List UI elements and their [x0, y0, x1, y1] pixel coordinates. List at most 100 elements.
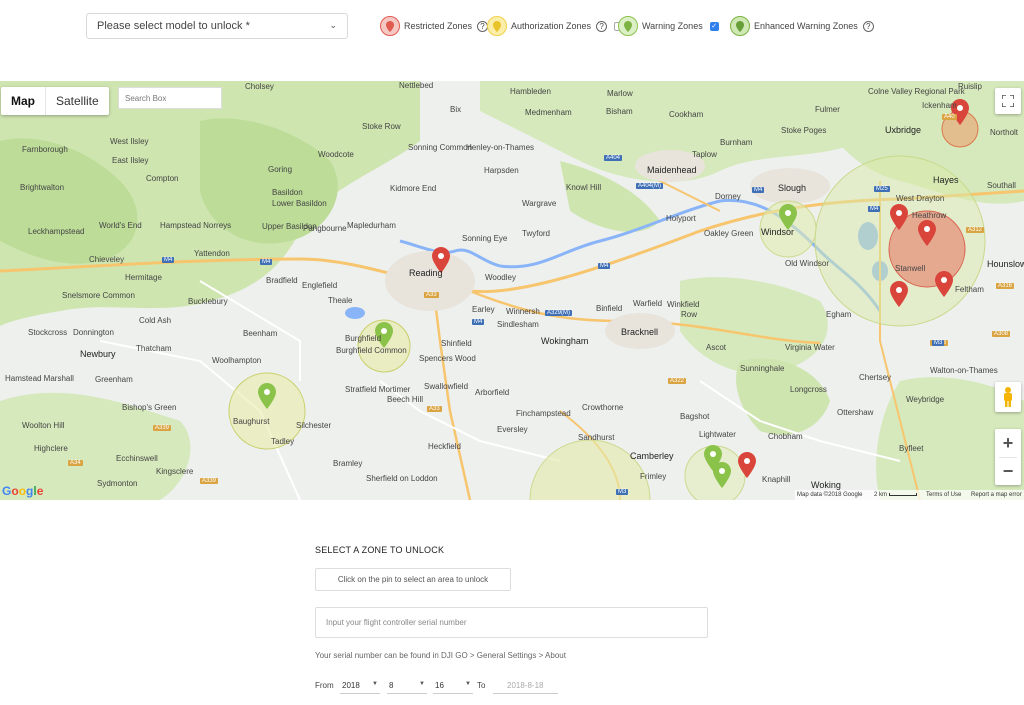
model-select[interactable]: Please select model to unlock * ⌄: [86, 13, 348, 39]
enhanced-warning-checkbox[interactable]: ✓: [709, 21, 719, 31]
restricted-pin-icon[interactable]: [918, 220, 936, 246]
town-label: Woolhampton: [212, 356, 262, 365]
town-label: Byfleet: [899, 444, 924, 453]
town-label: Burghfield Common: [336, 346, 407, 355]
town-label: Holyport: [666, 214, 696, 223]
from-label: From: [315, 681, 334, 690]
road-label: M3: [932, 340, 945, 346]
town-label: Stoke Poges: [781, 126, 827, 135]
town-label: Chobham: [768, 432, 803, 441]
map-search-placeholder: Search Box: [125, 93, 167, 103]
fullscreen-button[interactable]: [995, 88, 1021, 114]
to-date-field[interactable]: 2018-8-18: [493, 679, 558, 694]
map-type-satellite-button[interactable]: Satellite: [46, 87, 109, 115]
town-label: Sindlesham: [497, 320, 539, 329]
town-label: Hampstead Norreys: [160, 221, 232, 230]
town-label: Knaphill: [762, 475, 791, 484]
town-label: Bishop's Green: [122, 403, 177, 412]
street-view-button[interactable]: [995, 382, 1021, 412]
town-label: Burghfield: [345, 334, 382, 343]
day-select[interactable]: 16 ▼: [433, 679, 473, 694]
town-label: Virginia Water: [785, 343, 835, 352]
map-type-map-button[interactable]: Map: [1, 87, 46, 115]
town-label: Woodcote: [318, 150, 354, 159]
town-label: Burnham: [720, 138, 753, 147]
town-label: Basildon: [272, 188, 303, 197]
restricted-pin-icon: [380, 16, 400, 36]
town-label: Taplow: [692, 150, 717, 159]
month-select[interactable]: 8 ▼: [387, 679, 427, 694]
restricted-pin-icon[interactable]: [738, 452, 756, 478]
town-label: Woking: [811, 480, 841, 490]
town-label: Uxbridge: [885, 125, 922, 135]
map-search-input[interactable]: Search Box: [118, 87, 222, 109]
town-label: Henley-on-Thames: [466, 143, 535, 152]
town-label: Southall: [987, 181, 1016, 190]
town-label: Sonning Eye: [462, 234, 508, 243]
help-icon[interactable]: ?: [596, 20, 608, 32]
pegman-icon: [1004, 387, 1012, 407]
town-label: Theale: [328, 296, 353, 305]
town-label: Harpsden: [484, 166, 519, 175]
chevron-down-icon: ⌄: [329, 20, 337, 30]
town-label: Windsor: [761, 227, 795, 237]
town-label: Highclere: [34, 444, 68, 453]
town-label: Donnington: [73, 328, 114, 337]
town-label: Beech Hill: [387, 395, 424, 404]
town-label: Spencers Wood: [419, 354, 476, 363]
warning-pin-icon[interactable]: [713, 462, 731, 488]
town-label: Hermitage: [125, 273, 162, 282]
restricted-pin-icon[interactable]: [890, 281, 908, 307]
town-label: Maidenhead: [647, 165, 697, 175]
town-label: Feltham: [955, 285, 984, 294]
town-label: Eversley: [497, 425, 528, 434]
town-label: Ickenham: [922, 101, 957, 110]
town-label: Heckfield: [428, 442, 461, 451]
section-title: SELECT A ZONE TO UNLOCK: [315, 545, 445, 555]
town-label: Leckhampstead: [28, 227, 85, 236]
town-label: Walton-on-Thames: [930, 366, 998, 375]
select-pin-button[interactable]: Click on the pin to select an area to un…: [315, 568, 511, 591]
town-label: Dorney: [715, 192, 741, 201]
town-label: Compton: [146, 174, 179, 183]
enhanced-warning-pin-icon: [730, 16, 750, 36]
town-label: Hamstead Marshall: [5, 374, 74, 383]
town-label: Bramley: [333, 459, 363, 468]
town-label: World's End: [99, 221, 142, 230]
town-label: Snelsmore Common: [62, 291, 135, 300]
road-label: A339: [153, 425, 172, 431]
town-label: Stockcross: [28, 328, 68, 337]
date-range: From 2018 ▼ 8 ▼ 16 ▼ To 2018-8-18: [315, 679, 715, 695]
year-select[interactable]: 2018 ▼: [340, 679, 380, 694]
town-label: Bradfield: [266, 276, 298, 285]
town-label: Sandhurst: [578, 433, 615, 442]
road-label: A329(M): [545, 310, 573, 316]
town-label: Hounslow: [987, 259, 1024, 269]
road-label: A404: [604, 155, 623, 161]
town-label: Bisham: [606, 107, 633, 116]
warning-pin-icon[interactable]: [258, 383, 276, 409]
town-label: Stratfield Mortimer: [345, 385, 411, 394]
road-label: A404(M): [636, 183, 664, 189]
town-label: Bix: [450, 105, 462, 114]
terms-link[interactable]: Terms of Use: [926, 492, 961, 498]
town-label: Winnersh: [506, 307, 540, 316]
report-error-link[interactable]: Report a map error: [971, 492, 1022, 498]
help-icon[interactable]: ?: [862, 20, 874, 32]
town-label: Woodley: [485, 273, 516, 282]
zone-map[interactable]: Cholsey Nettlebed Hambleden Marlow Bix Medmen…: [0, 81, 1024, 500]
legend-enhanced-warning: Enhanced Warning Zones ?: [730, 16, 874, 36]
town-label: Fulmer: [815, 105, 840, 114]
road-label: A40: [942, 114, 957, 120]
restricted-pin-icon[interactable]: [890, 204, 908, 230]
road-label: A339: [200, 478, 219, 484]
serial-hint: Your serial number can be found in DJI G…: [315, 651, 566, 660]
serial-number-input[interactable]: Input your flight controller serial numb…: [315, 607, 708, 638]
zoom-in-button[interactable]: +: [1003, 429, 1014, 457]
town-label: Mapledurham: [347, 221, 396, 230]
town-label: Swallowfield: [424, 382, 469, 391]
legend-restricted-label: Restricted Zones: [404, 21, 473, 31]
zoom-out-button[interactable]: −: [1003, 458, 1014, 485]
restricted-pin-icon[interactable]: [935, 271, 953, 297]
town-label: Newbury: [80, 349, 116, 359]
